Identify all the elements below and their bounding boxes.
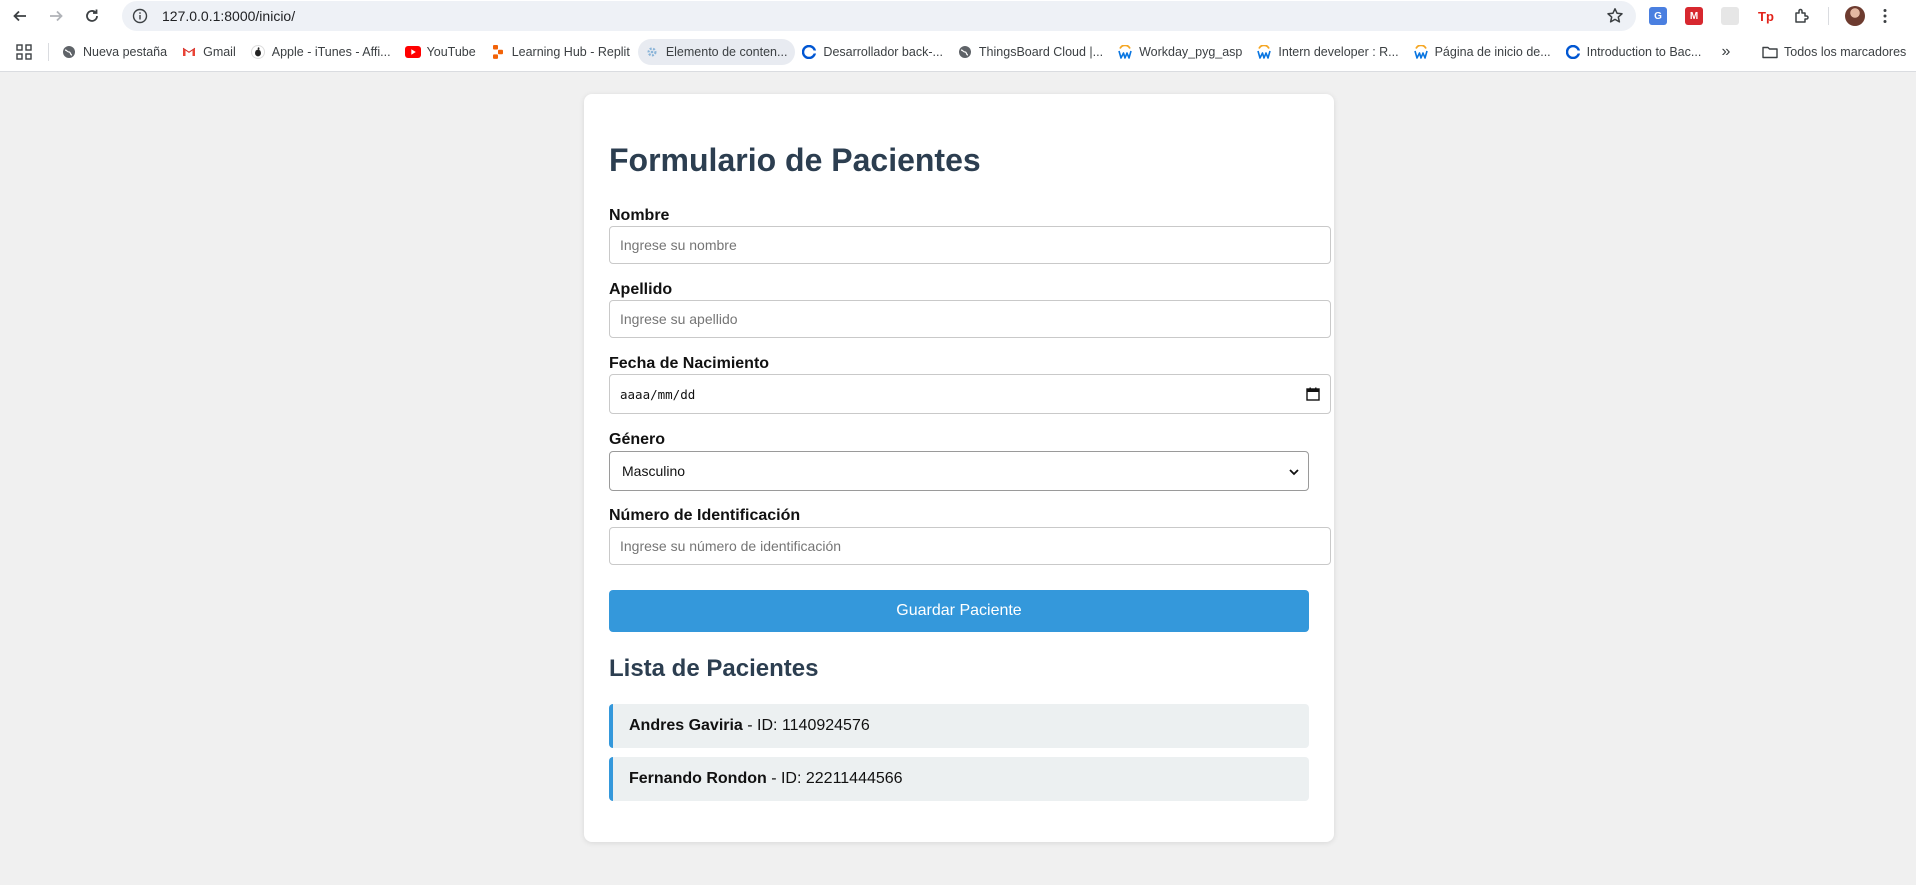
back-icon[interactable] bbox=[2, 0, 38, 32]
list-item: Fernando Rondon - ID: 22211444566 bbox=[609, 757, 1309, 801]
puzzle-extensions-icon[interactable] bbox=[1784, 0, 1820, 32]
bookmarks-bar: Nueva pestaña Gmail Apple - iTunes - Aff… bbox=[0, 32, 1916, 72]
bookmark-star-icon[interactable] bbox=[1606, 7, 1624, 30]
page-title: Formulario de Pacientes bbox=[609, 142, 981, 178]
coursera-icon bbox=[1565, 44, 1581, 60]
bookmark-item[interactable]: ThingsBoard Cloud |... bbox=[951, 39, 1111, 65]
patient-list-title: Lista de Pacientes bbox=[609, 655, 819, 682]
globe-icon bbox=[61, 44, 77, 60]
bookmark-item[interactable]: Desarrollador back-... bbox=[795, 39, 951, 65]
site-info-icon[interactable] bbox=[130, 6, 150, 26]
fecha-nacimiento-input[interactable]: aaaa/mm/dd bbox=[609, 374, 1331, 414]
apple-icon bbox=[250, 44, 266, 60]
bookmark-item[interactable]: Gmail bbox=[175, 39, 244, 65]
apps-grid-icon[interactable] bbox=[0, 32, 48, 72]
all-bookmarks-folder[interactable]: Todos los marcadores bbox=[1762, 32, 1906, 72]
genero-label: Género bbox=[609, 431, 666, 448]
extensions-area: G M Tp bbox=[1640, 0, 1897, 32]
browser-toolbar: 127.0.0.1:8000/inicio/ G M Tp bbox=[0, 0, 1916, 32]
calendar-icon[interactable] bbox=[1306, 387, 1320, 406]
folder-icon bbox=[1762, 45, 1778, 59]
bookmark-item[interactable]: Learning Hub - Replit bbox=[484, 39, 638, 65]
bookmark-item[interactable]: Nueva pestaña bbox=[55, 39, 175, 65]
nombre-input[interactable] bbox=[609, 226, 1331, 264]
chevron-down-icon bbox=[1288, 465, 1300, 481]
bookmark-item[interactable]: Intern developer : R... bbox=[1250, 39, 1406, 65]
workday-icon bbox=[1117, 44, 1133, 60]
numero-identificacion-input[interactable] bbox=[609, 527, 1331, 565]
workday-icon bbox=[1413, 44, 1429, 60]
bookmark-item[interactable]: Elemento de conten... bbox=[637, 38, 796, 65]
forward-icon[interactable] bbox=[38, 0, 74, 32]
translate-extension-icon[interactable]: G bbox=[1640, 0, 1676, 32]
replit-icon bbox=[490, 44, 506, 60]
bookmarks-separator bbox=[48, 42, 49, 61]
gear-icon bbox=[644, 44, 660, 60]
profile-avatar[interactable] bbox=[1837, 0, 1873, 32]
patient-name: Andres Gaviria bbox=[629, 717, 743, 734]
nombre-label: Nombre bbox=[609, 207, 670, 224]
genero-select[interactable]: Masculino bbox=[609, 451, 1309, 491]
numero-identificacion-label: Número de Identificación bbox=[609, 507, 801, 524]
bookmark-item[interactable]: Página de inicio de... bbox=[1407, 39, 1559, 65]
menu-kebab-icon[interactable] bbox=[1873, 0, 1897, 32]
tp-extension-icon[interactable]: Tp bbox=[1748, 0, 1784, 32]
date-value: aaaa/mm/dd bbox=[620, 386, 696, 402]
address-bar[interactable]: 127.0.0.1:8000/inicio/ bbox=[122, 1, 1636, 31]
apellido-label: Apellido bbox=[609, 281, 673, 298]
workday-icon bbox=[1256, 44, 1272, 60]
url-text: 127.0.0.1:8000/inicio/ bbox=[162, 8, 296, 24]
reload-icon[interactable] bbox=[74, 0, 110, 32]
bookmark-item[interactable]: Workday_pyg_asp bbox=[1111, 39, 1250, 65]
bookmark-item[interactable]: Apple - iTunes - Affi... bbox=[244, 39, 399, 65]
fecha-nacimiento-label: Fecha de Nacimiento bbox=[609, 355, 770, 372]
gmail-icon bbox=[181, 44, 197, 60]
patient-form-card: Formulario de Pacientes Nombre Apellido … bbox=[584, 94, 1334, 842]
save-patient-button[interactable]: Guardar Paciente bbox=[609, 590, 1309, 632]
genero-selected-value: Masculino bbox=[622, 463, 686, 479]
more-bookmarks-chevron-icon[interactable]: » bbox=[1714, 32, 1738, 72]
apellido-input[interactable] bbox=[609, 300, 1331, 338]
patient-id: - ID: 22211444566 bbox=[766, 770, 903, 787]
grey-extension-icon[interactable] bbox=[1712, 0, 1748, 32]
globe-icon bbox=[957, 44, 973, 60]
patient-id: - ID: 1140924576 bbox=[742, 717, 870, 734]
bookmark-item[interactable]: Introduction to Bac... bbox=[1559, 39, 1710, 65]
patient-name: Fernando Rondon bbox=[629, 770, 767, 787]
list-item: Andres Gaviria - ID: 1140924576 bbox=[609, 704, 1309, 748]
youtube-icon bbox=[404, 44, 421, 60]
bookmark-item[interactable]: YouTube bbox=[399, 39, 484, 65]
mendeley-extension-icon[interactable]: M bbox=[1676, 0, 1712, 32]
coursera-icon bbox=[801, 44, 817, 60]
